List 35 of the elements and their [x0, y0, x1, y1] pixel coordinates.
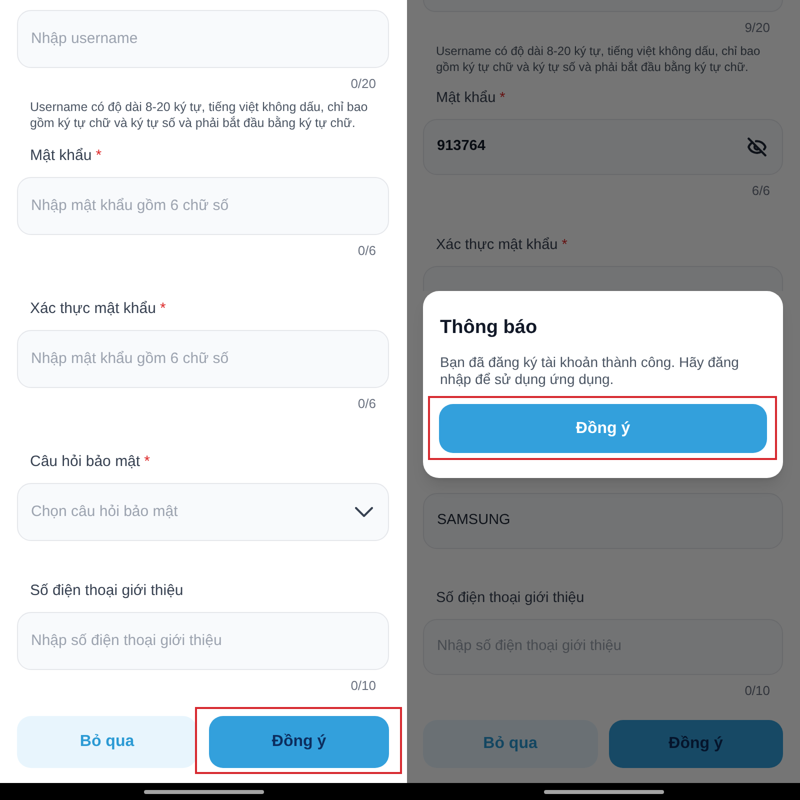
- home-indicator[interactable]: [544, 790, 664, 794]
- confirm-button[interactable]: Đồng ý: [439, 404, 767, 453]
- field-label: Mật khẩu *: [436, 89, 506, 108]
- field-label: Xác thực mật khẩu *: [30, 299, 166, 319]
- password-field[interactable]: 913764: [423, 119, 783, 175]
- text-field[interactable]: SAMSUNG: [423, 493, 783, 549]
- char-counter: 6/6: [752, 183, 770, 199]
- confirm-button[interactable]: Đồng ý: [608, 720, 783, 768]
- dialog-message: Bạn đã đăng ký tài khoản thành công. Hãy đăng nhập để sử dụng ứng dụng.: [440, 354, 740, 388]
- field-label: Mật khẩu *: [30, 146, 102, 166]
- field-label: Số điện thoại giới thiệu: [436, 589, 584, 608]
- field-label: Số điện thoại giới thiệu: [30, 581, 184, 601]
- confirm-button[interactable]: Đồng ý: [209, 716, 389, 768]
- text-field[interactable]: Nhập số điện thoại giới thiệu: [17, 612, 389, 670]
- skip-button[interactable]: Bỏ qua: [423, 720, 598, 768]
- helper-text: Username có độ dài 8-20 ký tự, tiếng việt không dấu, chỉ bao gồm ký tự chữ và ký tự số và phải bắt đầu bằng ký tự chữ.: [30, 99, 369, 131]
- text-field[interactable]: Nhập mật khẩu gồm 6 chữ số: [17, 177, 389, 235]
- eye-off-icon[interactable]: [747, 137, 767, 157]
- text-field[interactable]: [423, 266, 783, 291]
- field-label: Xác thực mật khẩu *: [436, 236, 568, 255]
- dialog-title: Thông báo: [440, 316, 538, 340]
- char-counter: 0/20: [350, 76, 376, 92]
- skip-button[interactable]: Bỏ qua: [17, 716, 197, 768]
- text-field[interactable]: Nhập username: [17, 10, 389, 68]
- select-field[interactable]: Chọn câu hỏi bảo mật: [17, 483, 389, 541]
- char-counter: 0/6: [358, 396, 376, 412]
- char-counter: 9/20: [744, 20, 770, 36]
- field-label: Câu hỏi bảo mật *: [30, 452, 150, 472]
- char-counter: 0/6: [358, 243, 376, 259]
- helper-text: Username có độ dài 8-20 ký tự, tiếng việt không dấu, chỉ bao gồm ký tự chữ và ký tự số và phải bắt đầu bằng ký tự chữ.: [436, 43, 762, 75]
- home-indicator[interactable]: [144, 790, 264, 794]
- char-counter: 0/10: [350, 678, 376, 694]
- text-field[interactable]: Nhập mật khẩu gồm 6 chữ số: [17, 330, 389, 388]
- chevron-down-icon: [355, 507, 373, 517]
- char-counter: 0/10: [744, 683, 770, 699]
